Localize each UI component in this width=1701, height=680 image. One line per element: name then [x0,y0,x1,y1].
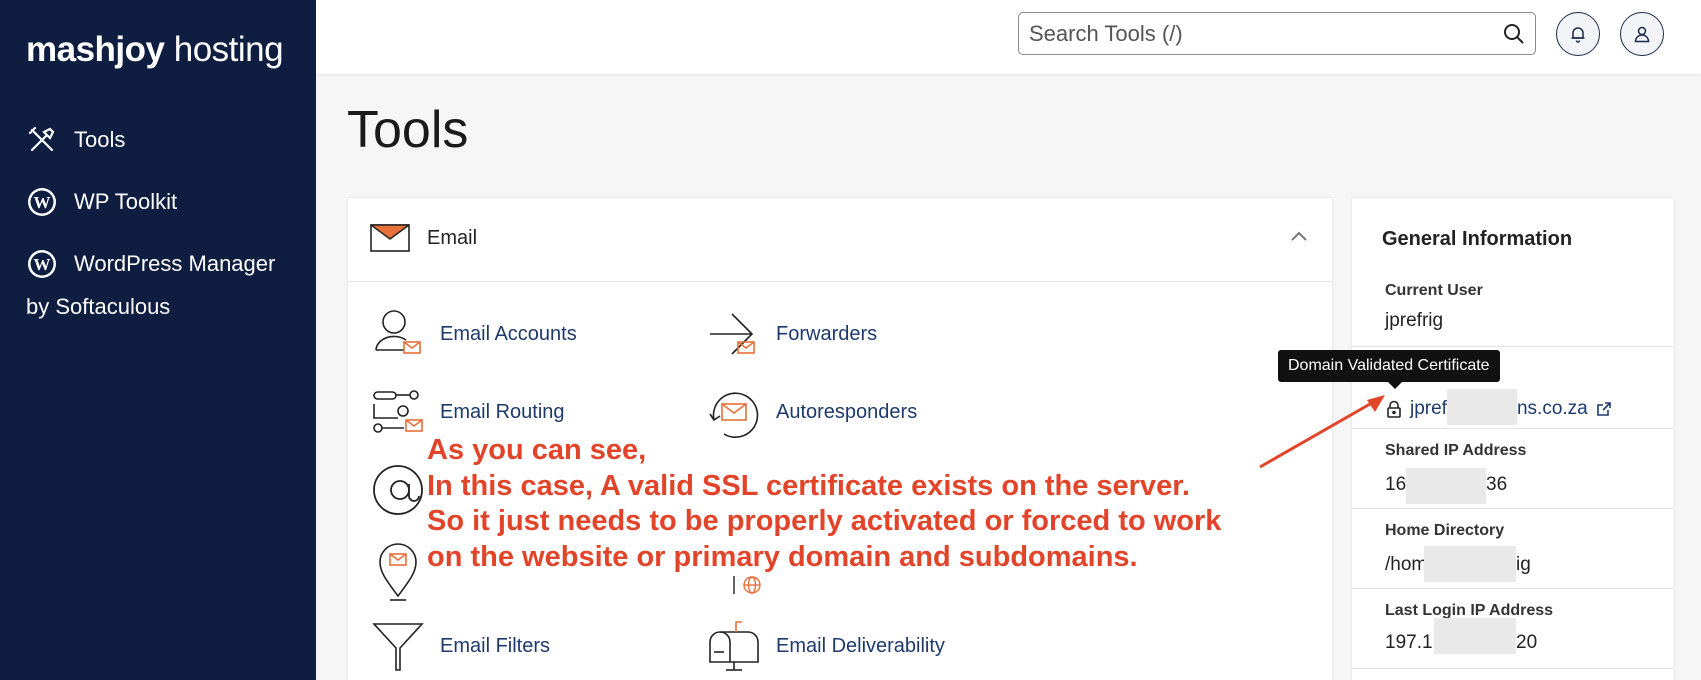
tool-autoresponders[interactable]: Autoresponders [706,384,917,440]
divider [1352,508,1674,509]
annotation-line: So it just needs to be properly activate… [427,505,1222,537]
primary-domain-link[interactable]: jpref ns.co.za [1386,389,1612,425]
tools-icon [28,126,55,152]
ssl-tooltip: Domain Validated Certificate [1278,350,1500,382]
domain-text-start: jpref [1410,398,1447,419]
divider [1352,668,1674,669]
redaction-box [1424,546,1516,582]
redaction-box [1446,389,1517,425]
email-routing-icon [373,390,423,433]
tool-label: Autoresponders [776,400,918,423]
email-accounts-icon [375,310,421,354]
wordpress-icon: W [28,250,56,278]
home-directory-label: Home Directory [1385,522,1505,539]
brand-name-light: hosting [164,30,284,69]
sidebar-item-label: WP Toolkit [74,189,178,214]
wordpress-icon: W [28,188,56,216]
current-user-value: jprefrig [1385,310,1444,331]
user-menu-button[interactable] [1620,12,1664,56]
sidebar-item-wordpress-manager[interactable]: W WordPress Manager [26,248,275,280]
user-icon [1634,26,1650,43]
tool-label: Email Accounts [440,322,577,345]
home-directory-value-end: ig [1516,554,1531,575]
search-icon[interactable] [1503,23,1525,45]
annotation-text: As you can see, In this case, A valid SS… [427,433,1221,575]
shared-ip-label: Shared IP Address [1385,442,1527,459]
top-header [316,0,1701,74]
tool-email-deliverability[interactable]: Email Deliverability [706,618,945,674]
search-input[interactable] [1029,13,1469,54]
svg-text:W: W [34,255,51,274]
brand-name-bold: mashjoy [26,30,165,69]
shared-ip-value-end: 36 [1486,474,1508,495]
bell-icon [1571,27,1585,43]
tool-forwarders[interactable]: Forwarders [706,306,877,362]
email-section-header[interactable]: Email [348,198,1332,282]
svg-text:W: W [34,193,51,212]
shared-ip-value-start: 16 [1385,474,1407,495]
sidebar-item-label: Tools [74,127,126,152]
current-user-label: Current User [1385,282,1483,299]
home-directory-value-start: /hom [1385,554,1428,575]
globe-icon [733,576,761,594]
last-login-ip-value-end: 20 [1516,632,1538,653]
external-link-icon[interactable] [1596,401,1612,417]
tool-email-accounts[interactable]: Email Accounts [370,306,577,362]
sidebar-item-label: WordPress Manager [74,251,276,276]
redaction-box [1406,468,1486,504]
search-box [1018,12,1536,55]
annotation-line: on the website or primary domain and sub… [427,540,1138,573]
notifications-button[interactable] [1556,12,1600,56]
autoresponders-icon [709,392,759,439]
tool-label: Email Filters [440,634,551,657]
annotation-line: In this case, A valid SSL certificate ex… [427,469,1190,502]
last-login-ip-value-start: 197.1 [1385,632,1433,653]
tool-email-filters[interactable]: Email Filters [370,618,550,674]
mailbox-icon [709,621,759,671]
general-information-panel: General Information Current User jprefri… [1352,198,1674,680]
divider [1352,428,1674,429]
sidebar-item-wp-toolkit[interactable]: W WP Toolkit [26,186,177,218]
brand-logo[interactable]: mashjoy hosting [26,30,284,70]
sidebar-item-label-line2[interactable]: by Softaculous [26,294,170,320]
domain-text-end: ns.co.za [1516,398,1588,419]
email-section-title: Email [427,227,478,249]
location-pin-icon [379,543,417,601]
chevron-up-icon[interactable] [1290,230,1308,242]
divider [1352,588,1674,589]
sidebar: mashjoy hosting Tools W WP Toolkit W Wor… [0,0,316,680]
tool-label: Email Routing [440,400,565,423]
annotation-line: As you can see, [427,434,647,466]
envelope-icon [370,224,410,252]
tool-label: Email Deliverability [776,634,945,657]
general-information-title: General Information [1382,228,1573,250]
tool-label: Forwarders [776,322,878,345]
annotation-arrow [1259,395,1385,469]
funnel-icon [372,623,424,671]
sidebar-item-tools[interactable]: Tools [26,124,125,156]
divider [1352,346,1674,347]
tooltip-arrow [1388,382,1402,389]
forwarders-icon [710,313,755,355]
tool-email-routing[interactable]: Email Routing [370,384,565,440]
at-sign-icon [373,465,423,515]
redaction-box [1434,618,1516,654]
page-title: Tools [347,101,469,159]
